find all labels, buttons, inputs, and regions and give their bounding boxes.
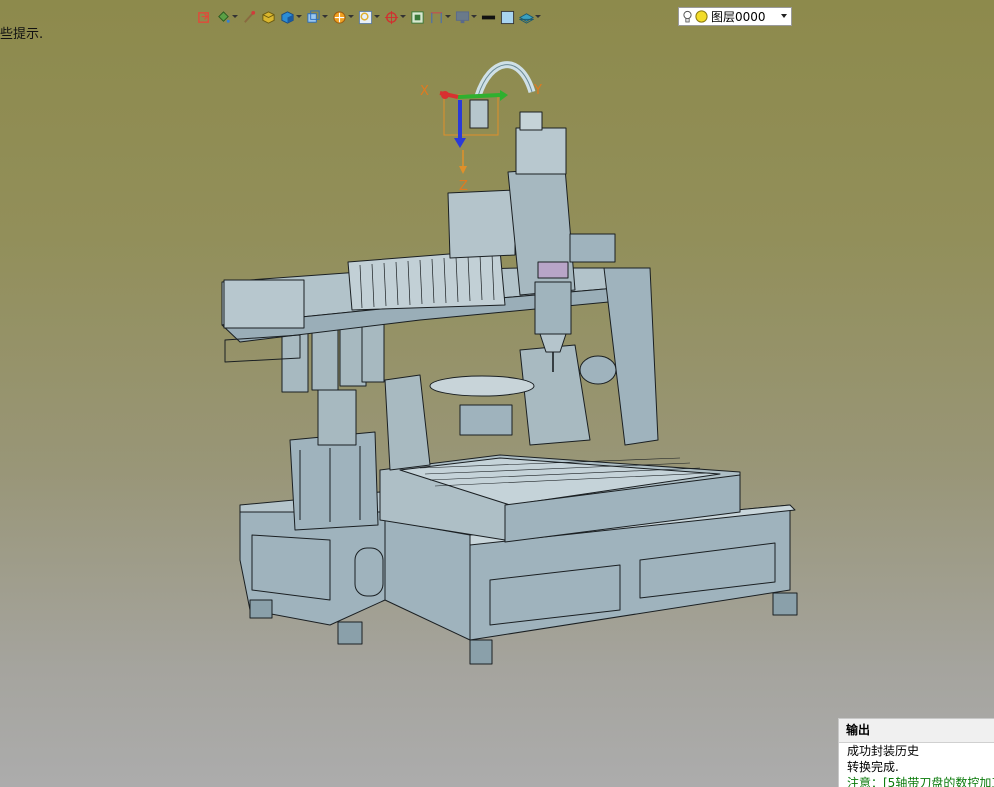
axis-z-label: Z xyxy=(459,179,468,194)
output-line-note: 注意：[5轴带刀盘的数控加工 xyxy=(847,776,994,787)
output-panel: 输出 成功封装历史 转换完成. 注意：[5轴带刀盘的数控加工 xyxy=(838,718,994,787)
output-line: 成功封装历史 xyxy=(847,744,920,758)
output-panel-title: 输出 xyxy=(839,719,994,743)
axis-x-label: X xyxy=(420,84,429,99)
axis-y-label: Y xyxy=(533,83,542,98)
output-line: 转换完成. xyxy=(847,760,899,774)
3d-viewport[interactable]: X Y Z xyxy=(0,0,994,787)
cnc-machine-model xyxy=(221,61,798,665)
